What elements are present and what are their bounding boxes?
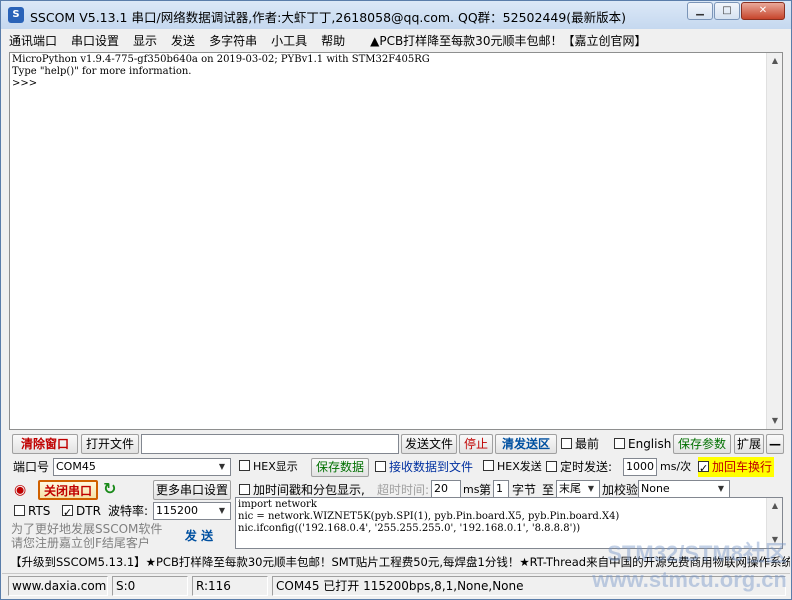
expand-button[interactable]: 扩展 [734,434,764,454]
menu-comm-port[interactable]: 通讯端口 [2,32,64,49]
menu-display[interactable]: 显示 [126,32,164,49]
receive-to-file-checkbox[interactable]: 接收数据到文件 [375,457,473,477]
register-notice: 为了更好地发展SSCOM软件 请您注册嘉立创F结尾客户 [11,522,163,550]
baud-select[interactable]: 115200 ▼ [153,502,231,520]
scroll-down-icon[interactable]: ▼ [767,532,783,548]
to-value: 末尾 [559,482,581,495]
timeout-input[interactable]: 20 [431,480,461,498]
menu-help[interactable]: 帮助 [314,32,352,49]
more-serial-settings-button[interactable]: 更多串口设置 [153,480,231,500]
menu-tools[interactable]: 小工具 [264,32,314,49]
maximize-button[interactable]: □ [714,2,740,20]
english-check-icon [614,438,625,449]
dtr-checkbox[interactable]: DTR [62,501,101,523]
hex-display-checkbox[interactable]: HEX显示 [239,457,298,477]
clear-window-button[interactable]: 清除窗口 [12,434,78,454]
port-status-led-icon: ◉ [14,482,27,498]
dtr-label: DTR [76,504,101,518]
status-bar: www.daxia.com S:0 R:116 COM45 已打开 115200… [2,573,790,597]
add-crlf-label: 加回车换行 [712,460,773,474]
chevron-down-icon: ▼ [587,484,595,493]
rts-check-icon [14,505,25,516]
topmost-label: 最前 [575,437,600,451]
dtr-check-icon [62,503,73,523]
chevron-down-icon: ▼ [218,506,226,515]
promo-ticker[interactable]: 【升级到SSCOM5.13.1】★PCB打样降至每款30元顺丰包邮！SMT贴片工… [2,552,790,572]
send-scrollbar[interactable]: ▲ ▼ [766,498,782,548]
topmost-checkbox[interactable]: 最前 [561,434,599,454]
timestamp-check-icon [239,484,250,495]
checksum-value: None [641,482,670,495]
stop-button[interactable]: 停止 [459,434,493,454]
file-path-input[interactable] [141,434,399,454]
close-port-button[interactable]: 关闭串口 [38,480,98,500]
timed-send-checkbox[interactable]: 定时发送: [546,457,612,477]
save-data-button[interactable]: 保存数据 [311,458,369,477]
add-crlf-check-icon [698,459,709,479]
status-port: COM45 已打开 115200bps,8,1,None,None [272,576,786,596]
send-input[interactable]: import network nic = network.WIZNET5K(py… [235,497,783,549]
close-button[interactable]: ✕ [741,2,785,20]
topmost-check-icon [561,438,572,449]
menu-send[interactable]: 发送 [164,32,202,49]
title-bar: S SSCOM V5.13.1 串口/网络数据调试器,作者:大虾丁丁,26180… [1,1,791,29]
send-text: import network nic = network.WIZNET5K(py… [238,499,620,534]
open-file-button[interactable]: 打开文件 [81,434,139,454]
status-site[interactable]: www.daxia.com [8,576,108,596]
port-value: COM45 [56,460,96,473]
receive-scrollbar[interactable]: ▲ ▼ [766,53,782,429]
receive-file-check-icon [375,461,386,472]
receive-to-file-label: 接收数据到文件 [389,460,474,474]
window-controls: ▁ □ ✕ [687,2,785,20]
timed-send-label: 定时发送: [560,460,613,474]
english-label: English [628,437,672,451]
rts-checkbox[interactable]: RTS [14,501,50,521]
send-file-button[interactable]: 发送文件 [401,434,457,454]
scroll-up-icon[interactable]: ▲ [767,498,783,514]
clear-send-button[interactable]: 清发送区 [495,434,557,454]
minimize-button[interactable]: ▁ [687,2,713,20]
chevron-down-icon: ▼ [218,462,226,471]
english-checkbox[interactable]: English [614,434,671,454]
rts-label: RTS [28,504,51,518]
save-params-button[interactable]: 保存参数 [673,434,731,454]
hex-send-checkbox[interactable]: HEX发送 [483,457,542,477]
checksum-select[interactable]: None ▼ [638,480,730,498]
hex-send-check-icon [483,460,494,471]
timestamp-label: 加时间戳和分包显示, [253,483,365,497]
chevron-down-icon: ▼ [717,484,725,493]
collapse-button[interactable]: — [766,434,784,454]
port-label: 端口号 [13,460,50,474]
port-select[interactable]: COM45 ▼ [53,458,231,476]
receive-area[interactable]: MicroPython v1.9.4-775-gf350b640a on 201… [9,52,783,430]
timed-send-check-icon [546,461,557,472]
interval-unit: ms/次 [660,460,692,473]
byte-index-input[interactable]: 1 [493,480,509,498]
menu-bar: 通讯端口 串口设置 显示 发送 多字符串 小工具 帮助 ▲PCB打样降至每款30… [2,30,790,50]
status-sent: S:0 [112,576,188,596]
status-received: R:116 [192,576,268,596]
baud-value: 115200 [156,504,198,517]
add-crlf-checkbox[interactable]: 加回车换行 [698,457,775,479]
hex-send-label: HEX发送 [497,460,542,473]
interval-input[interactable]: 1000 [623,458,657,476]
window-title: SSCOM V5.13.1 串口/网络数据调试器,作者:大虾丁丁,2618058… [30,10,627,25]
hex-display-check-icon [239,460,250,471]
send-button[interactable]: 发 送 [168,525,230,549]
to-select[interactable]: 末尾 ▼ [556,480,600,498]
app-window: S SSCOM V5.13.1 串口/网络数据调试器,作者:大虾丁丁,26180… [0,0,792,600]
scroll-up-icon[interactable]: ▲ [767,53,783,69]
terminal-output: MicroPython v1.9.4-775-gf350b640a on 201… [12,54,430,89]
app-icon: S [8,7,24,23]
hex-display-label: HEX显示 [253,460,298,473]
baud-label: 波特率: [108,504,149,518]
menu-multi-string[interactable]: 多字符串 [202,32,264,49]
scroll-down-icon[interactable]: ▼ [767,413,783,429]
refresh-icon[interactable]: ↻ [103,479,116,499]
menu-promo-link[interactable]: ▲PCB打样降至每款30元顺丰包邮！【嘉立创官网】 [370,32,646,49]
menu-serial-settings[interactable]: 串口设置 [64,32,126,49]
